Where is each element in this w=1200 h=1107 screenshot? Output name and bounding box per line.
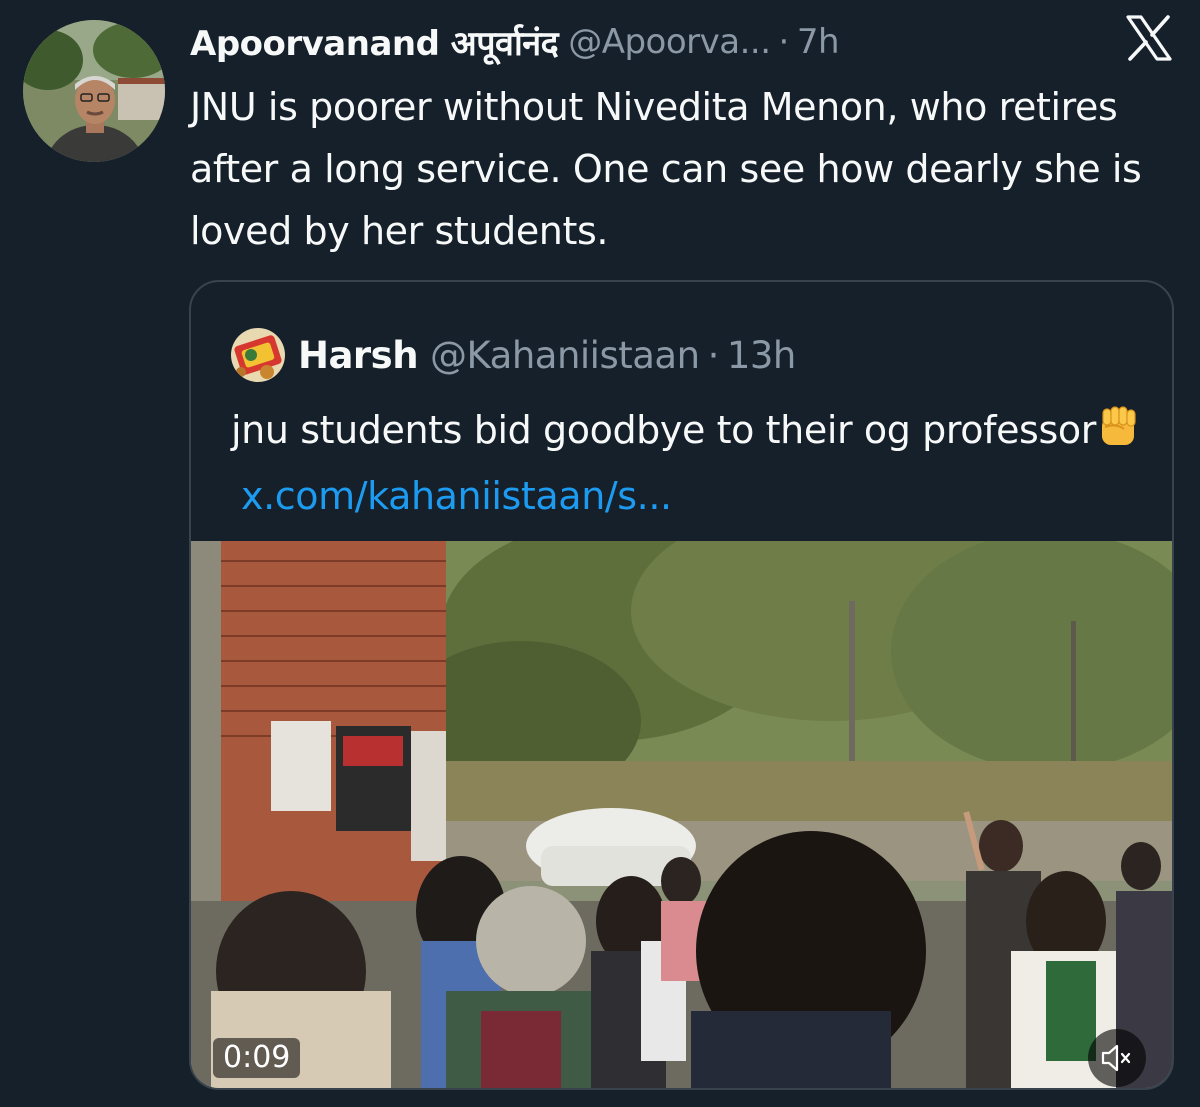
quoted-tweet-header: Harsh @Kahaniistaan · 13h bbox=[298, 326, 796, 384]
separator-dot: · bbox=[707, 333, 720, 377]
quoted-author-handle[interactable]: @Kahaniistaan bbox=[430, 334, 700, 377]
quoted-author-avatar[interactable] bbox=[231, 328, 285, 382]
speaker-muted-icon bbox=[1101, 1044, 1131, 1072]
quoted-tweet-text-block: jnu students bid goodbye to their og pro… bbox=[231, 400, 1151, 526]
video-player[interactable]: 0:09 bbox=[191, 541, 1172, 1088]
tweet-text: JNU is poorer without Nivedita Menon, wh… bbox=[190, 85, 1142, 253]
tweet: Apoorvanand अपूर्वानंद @Apoorva... · 7h … bbox=[0, 0, 1200, 1107]
quoted-tweet-link[interactable]: x.com/kahaniistaan/s... bbox=[241, 474, 672, 518]
raised-fist-emoji bbox=[1096, 403, 1140, 466]
author-display-name[interactable]: Apoorvanand अपूर्वानंद bbox=[190, 19, 559, 65]
quoted-author-display-name[interactable]: Harsh bbox=[298, 334, 419, 377]
quoted-tweet-card[interactable]: Harsh @Kahaniistaan · 13h jnu students b… bbox=[189, 280, 1174, 1090]
quoted-tweet-text: jnu students bid goodbye to their og pro… bbox=[231, 408, 1096, 452]
separator-dot: · bbox=[778, 22, 790, 62]
video-duration: 0:09 bbox=[213, 1038, 301, 1078]
quoted-tweet-timestamp[interactable]: 13h bbox=[727, 334, 797, 377]
mute-toggle-button[interactable] bbox=[1088, 1029, 1146, 1087]
x-logo-icon[interactable] bbox=[1124, 13, 1174, 63]
author-handle[interactable]: @Apoorva... bbox=[568, 22, 771, 62]
video-frame bbox=[191, 541, 1172, 1088]
tweet-timestamp[interactable]: 7h bbox=[797, 22, 840, 62]
author-avatar[interactable] bbox=[23, 20, 165, 162]
tweet-header: Apoorvanand अपूर्वानंद @Apoorva... · 7h bbox=[190, 14, 840, 70]
